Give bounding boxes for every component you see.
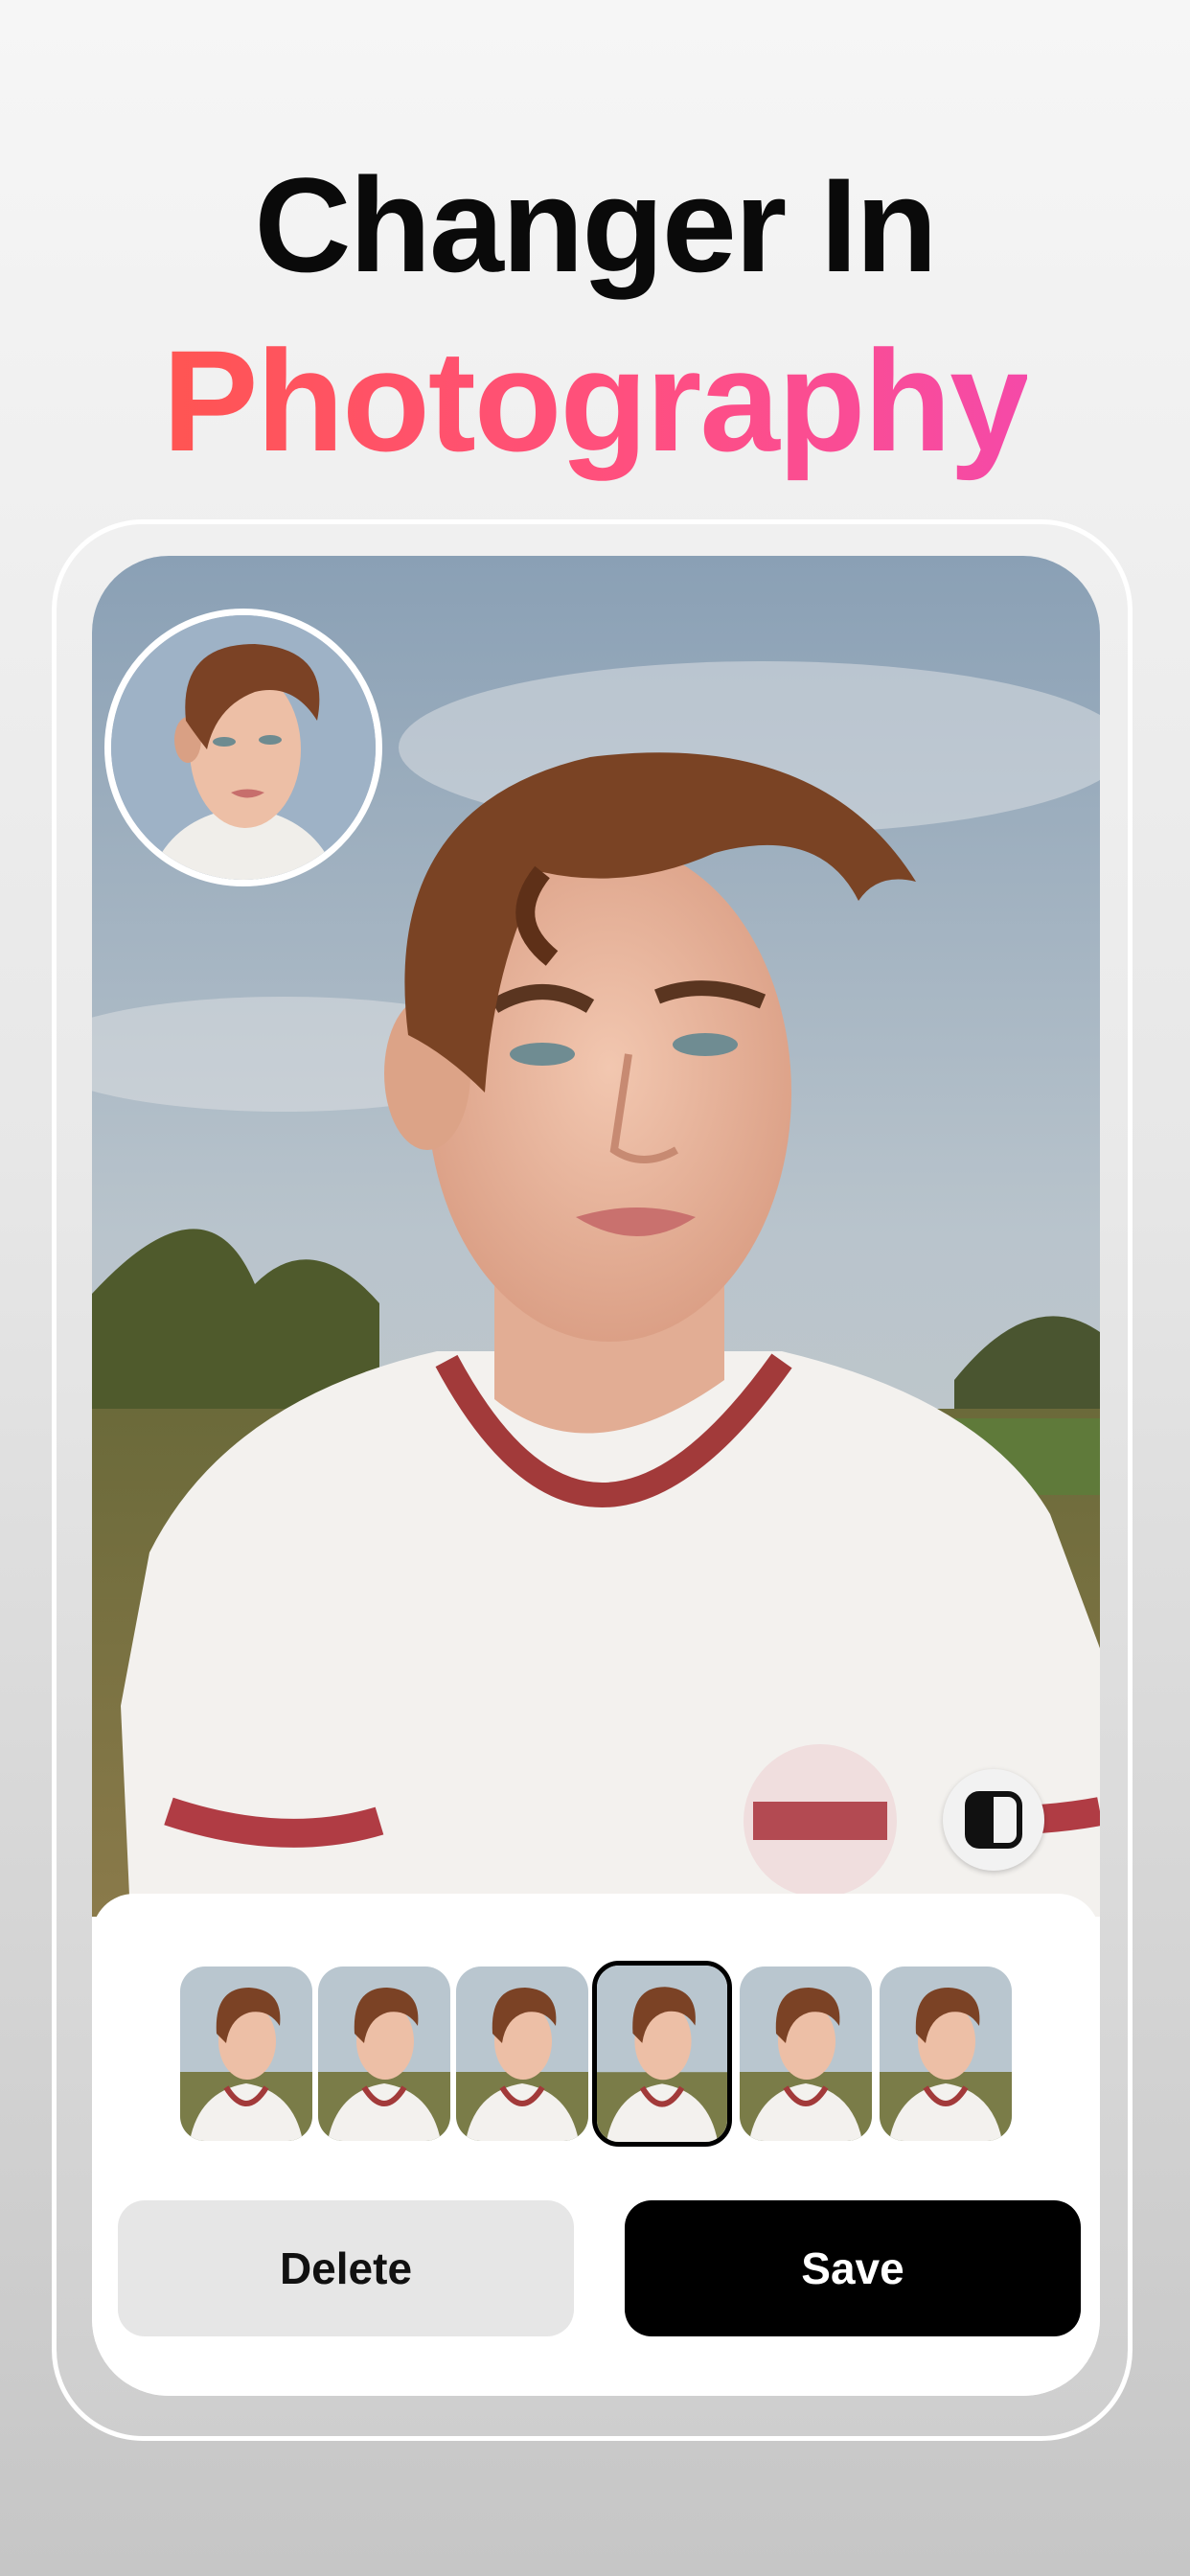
variant-thumbnail-6[interactable] (880, 1966, 1012, 2141)
compare-button[interactable] (943, 1769, 1044, 1871)
variant-thumbnail-1[interactable] (180, 1966, 312, 2141)
variant-thumbnail-5[interactable] (740, 1966, 872, 2141)
headline-gradient-text: Photography (162, 320, 1030, 481)
headline-line-1: Changer In (254, 150, 937, 300)
original-face-thumbnail[interactable] (104, 609, 382, 886)
variant-strip (180, 1961, 1023, 2147)
split-compare-icon (965, 1791, 1022, 1849)
variant-thumbnail-4-selected[interactable] (592, 1961, 732, 2147)
bottom-sheet: Delete Save (92, 1894, 1100, 2396)
delete-button[interactable]: Delete (118, 2200, 574, 2336)
variant-thumbnail-2[interactable] (318, 1966, 450, 2141)
variant-thumbnail-3[interactable] (456, 1966, 588, 2141)
editor-screen: Delete Save (92, 556, 1100, 2396)
headline-line-2: Photography (0, 324, 1190, 477)
save-button[interactable]: Save (625, 2200, 1081, 2336)
